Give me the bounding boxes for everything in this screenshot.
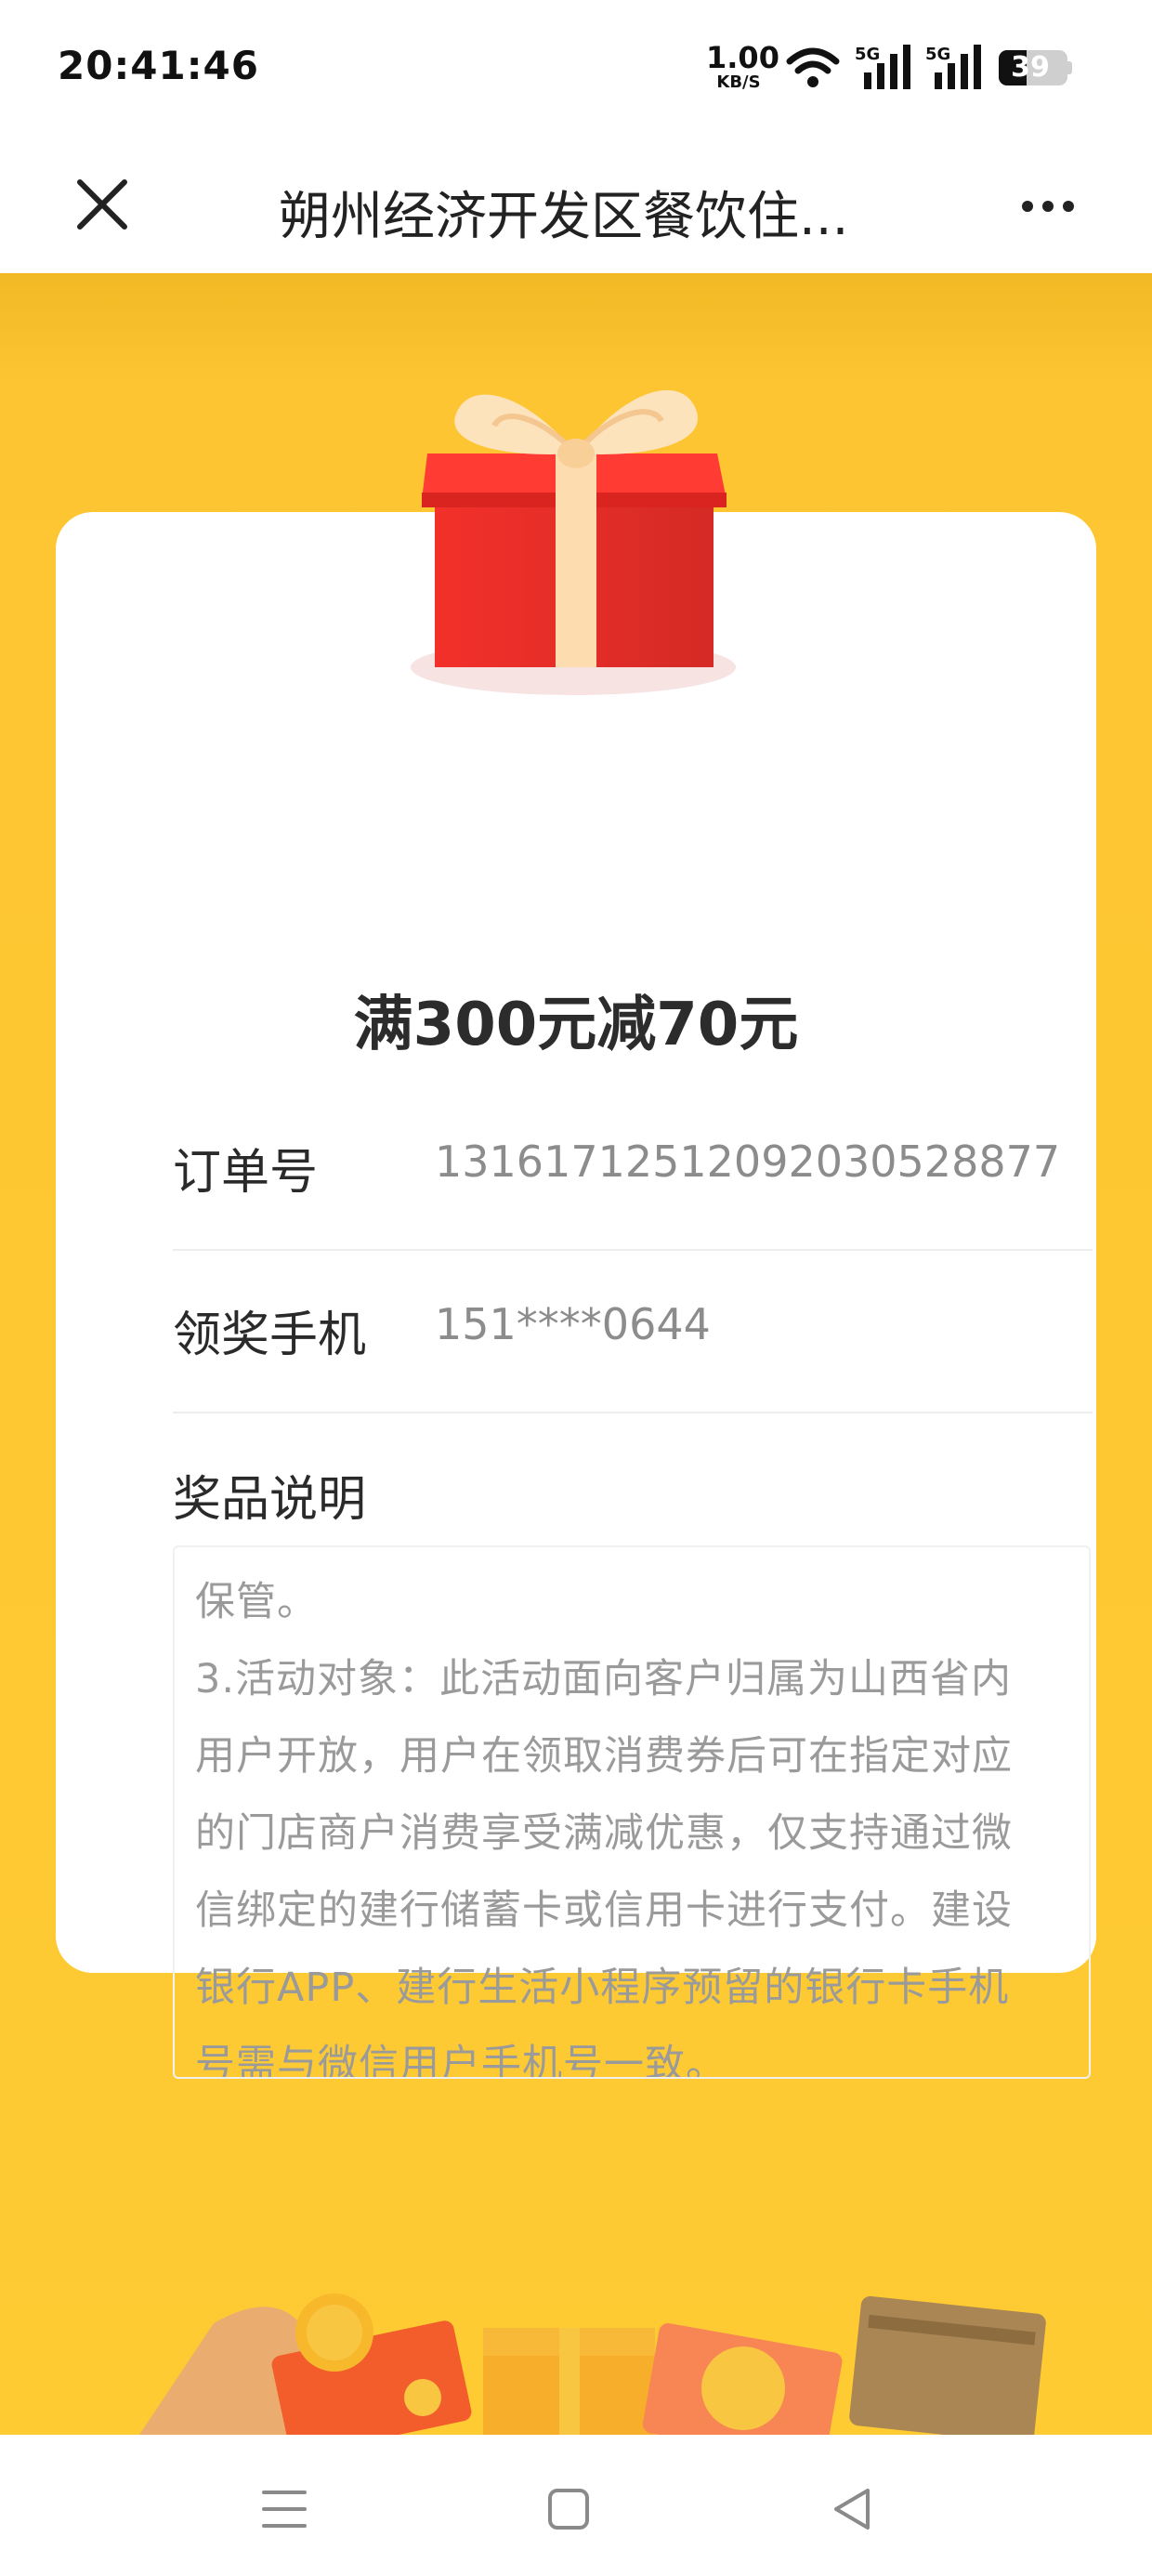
description-line: 号需与微信用户手机号一致。 <box>195 2042 727 2079</box>
description-textarea[interactable]: 保管。 3.活动对象：此活动面向客户归属为山西省内 用户开放，用户在领取消费券后… <box>173 1545 1091 2079</box>
phone-label: 领奖手机 <box>173 1308 367 1363</box>
home-icon[interactable] <box>541 2483 596 2535</box>
description-label: 奖品说明 <box>173 1472 367 1528</box>
menu-icon[interactable] <box>256 2483 312 2535</box>
back-icon[interactable] <box>825 2483 881 2535</box>
close-icon[interactable] <box>72 175 132 234</box>
battery-tip <box>1067 61 1072 74</box>
system-navigation-bar <box>0 2435 1152 2576</box>
network-speed-unit: KB/S <box>716 72 761 92</box>
cellular-signal-2: 5G <box>925 45 983 93</box>
status-time: 20:41:46 <box>58 43 259 88</box>
wifi-icon <box>786 47 840 87</box>
cellular-signal-1: 5G <box>855 45 912 93</box>
description-line: 用户开放，用户在领取消费券后可在指定对应 <box>195 1733 1013 1780</box>
decorative-gifts-illustration <box>139 2293 1046 2435</box>
description-line: 保管。 <box>195 1579 318 1625</box>
prize-page: 满300元减70元 订单号 1316171251209203052887​7 领… <box>0 273 1152 2435</box>
signal-bars-icon <box>864 45 910 89</box>
gift-box-icon <box>411 389 736 695</box>
phone-value: 151****0644 <box>435 1299 711 1349</box>
signal-bars-icon <box>935 45 981 89</box>
description-line: 的门店商户消费享受满减优惠，仅支持通过微 <box>195 1810 1013 1857</box>
battery-level: 39 <box>1011 51 1050 84</box>
network-speed-value: 1.00 <box>706 40 779 75</box>
network-speed: 1.00 KB/S <box>706 40 779 92</box>
prize-title: 满300元减70元 <box>353 991 799 1059</box>
battery-icon: 39 <box>999 50 1067 85</box>
order-number-label: 订单号 <box>173 1145 319 1201</box>
order-number-row: 订单号 1316171251209203052887​7 <box>173 1086 1093 1251</box>
phone-row: 领奖手机 151****0644 <box>173 1249 1093 1413</box>
more-icon[interactable] <box>1018 188 1078 225</box>
page-title: 朔州经济开发区餐饮住... <box>279 187 849 247</box>
prize-card: 满300元减70元 订单号 1316171251209203052887​7 领… <box>56 512 1096 2079</box>
status-bar: 20:41:46 1.00 KB/S 5G 5G 39 <box>0 0 1152 139</box>
description-line: 3.活动对象：此活动面向客户归属为山西省内 <box>195 1656 1013 1702</box>
description-line: 银行APP、建行生活小程序预留的银行卡手机 <box>195 1965 1010 2011</box>
top-nav-bar: 朔州经济开发区餐饮住... <box>0 139 1152 274</box>
order-number-value: 1316171251209203052887​7 <box>435 1137 1061 1187</box>
description-line: 信绑定的建行储蓄卡或信用卡进行支付。建设 <box>195 1887 1013 1934</box>
